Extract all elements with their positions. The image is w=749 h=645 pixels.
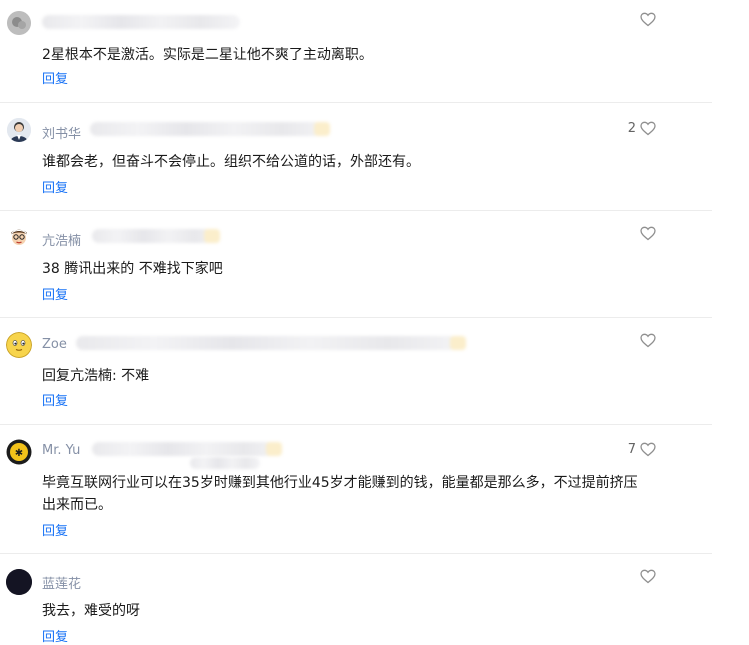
like-button[interactable]: 2 (628, 121, 656, 136)
like-count: 7 (627, 442, 636, 457)
like-count: 2 (627, 121, 636, 136)
reply-button[interactable]: 回复 (42, 68, 68, 87)
like-button[interactable] (636, 226, 656, 241)
author-name[interactable]: 蓝莲花 (42, 573, 81, 592)
redacted-meta (190, 457, 260, 469)
author-name[interactable]: 亢浩楠 (42, 230, 81, 249)
redacted-meta (90, 122, 330, 136)
comment-item: 2星根本不是激活。实际是二星让他不爽了主动离职。 回复 (0, 0, 712, 103)
like-button[interactable] (636, 569, 656, 584)
avatar[interactable] (7, 11, 31, 35)
avatar[interactable] (7, 225, 31, 249)
redacted-username (42, 15, 240, 29)
avatar[interactable] (6, 569, 32, 595)
reply-button[interactable]: 回复 (42, 390, 68, 409)
author-name[interactable]: 刘书华 (42, 123, 81, 142)
reply-button[interactable]: 回复 (42, 284, 68, 303)
avatar[interactable] (6, 332, 32, 358)
like-button[interactable] (636, 333, 656, 348)
heart-icon (640, 121, 656, 136)
comment-text: 回复亢浩楠: 不难 (42, 368, 150, 384)
comment-item: 刘书华 2 谁都会老，但奋斗不会停止。组织不给公道的话，外部还有。 回复 (0, 103, 712, 211)
reply-button[interactable]: 回复 (42, 626, 68, 645)
comment-text: 我去，难受的呀 (42, 603, 140, 619)
redacted-meta (92, 229, 220, 243)
redacted-meta (76, 336, 466, 350)
comment-text: 谁都会老，但奋斗不会停止。组织不给公道的话，外部还有。 (42, 154, 420, 170)
redacted-meta (92, 442, 282, 456)
comment-text: 毕竟互联网行业可以在35岁时赚到其他行业45岁才能赚到的钱，能量都是那么多，不过… (42, 475, 638, 513)
like-button[interactable] (636, 12, 656, 27)
reply-button[interactable]: 回复 (42, 177, 68, 196)
avatar[interactable] (7, 118, 31, 142)
heart-icon (640, 12, 656, 27)
comment-item: 蓝莲花 我去，难受的呀 回复 (0, 554, 712, 645)
comment-text: 38 腾讯出来的 不难找下家吧 (42, 261, 223, 277)
heart-icon (640, 333, 656, 348)
author-name[interactable]: Zoe (42, 337, 67, 352)
comment-item: 亢浩楠 38 腾讯出来的 不难找下家吧 回复 (0, 211, 712, 318)
author-name[interactable]: Mr. Yu (42, 443, 80, 458)
like-button[interactable]: 7 (628, 442, 656, 457)
heart-icon (640, 226, 656, 241)
comment-item: ✱ Mr. Yu 7 毕竟互联网行业可以在35岁时赚到其他行业45岁才能赚到的钱… (0, 425, 712, 554)
reply-button[interactable]: 回复 (42, 520, 68, 539)
avatar[interactable]: ✱ (6, 439, 32, 465)
heart-icon (640, 442, 656, 457)
heart-icon (640, 569, 656, 584)
svg-text:✱: ✱ (15, 448, 23, 459)
comment-item: Zoe 回复亢浩楠: 不难 回复 (0, 318, 712, 425)
comment-text: 2星根本不是激活。实际是二星让他不爽了主动离职。 (42, 47, 373, 63)
